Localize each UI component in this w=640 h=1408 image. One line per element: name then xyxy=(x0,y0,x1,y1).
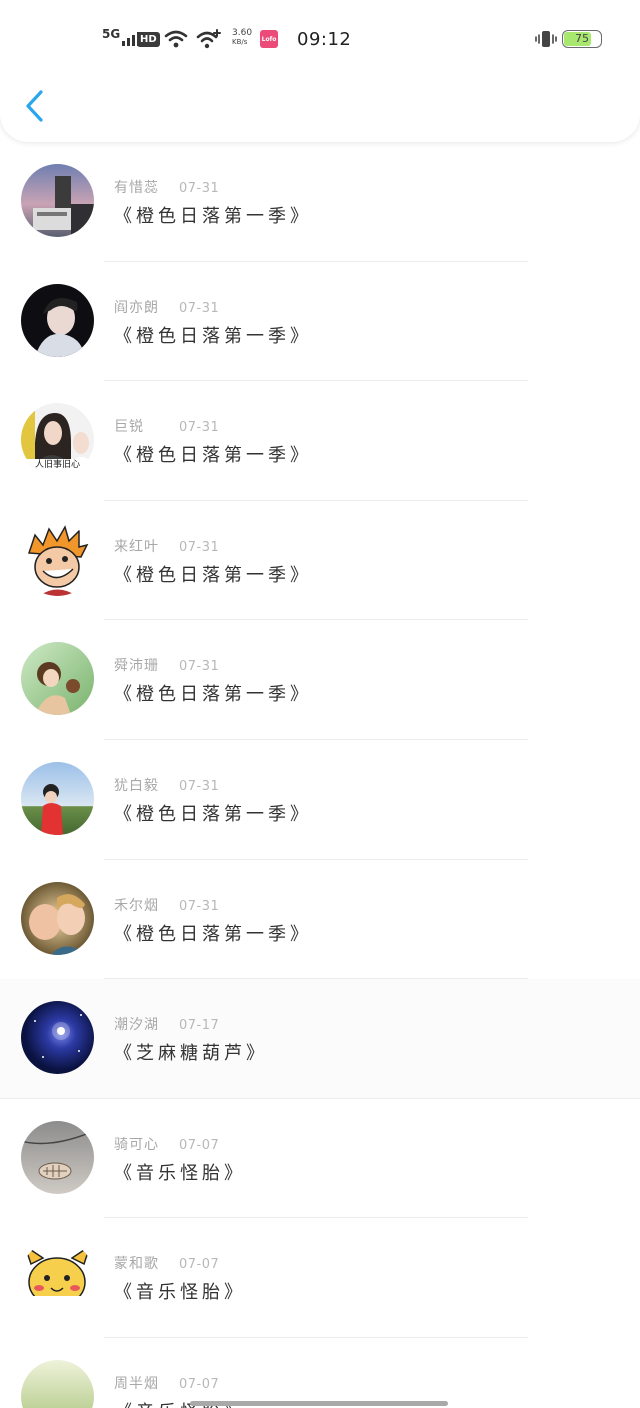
user-name[interactable]: 巨锐 xyxy=(114,416,179,436)
meta-line: 舜沛珊 07-31 xyxy=(114,655,219,675)
item-title[interactable]: 《橙色日落第一季》 xyxy=(114,920,312,946)
item-title[interactable]: 《橙色日落第一季》 xyxy=(114,322,312,348)
avatar[interactable] xyxy=(21,522,94,596)
item-date: 07-31 xyxy=(179,539,220,555)
avatar-caption: 人旧事旧心 xyxy=(34,460,80,471)
avatar[interactable]: 人旧事旧心 xyxy=(21,403,94,477)
speed-unit: KB/s xyxy=(232,38,248,46)
clock: 09:12 xyxy=(297,28,352,50)
item-date: 07-31 xyxy=(179,181,220,196)
list-item[interactable]: 舜沛珊 07-31 《橙色日落第一季》 xyxy=(0,620,640,740)
item-title[interactable]: 《芝麻糖葫芦》 xyxy=(114,1039,268,1065)
avatar[interactable] xyxy=(21,881,94,955)
user-name[interactable]: 有惜蕊 xyxy=(114,177,179,197)
list-item[interactable]: 骑可心 07-07 《音乐怪胎》 xyxy=(0,1099,640,1219)
app-badge-label: Lofo xyxy=(260,30,278,48)
battery-level: 75 xyxy=(575,32,589,45)
user-name[interactable]: 潮汐湖 xyxy=(114,1014,179,1034)
avatar[interactable] xyxy=(21,761,94,835)
item-title[interactable]: 《橙色日落第一季》 xyxy=(114,441,312,467)
user-name[interactable]: 犹白毅 xyxy=(114,775,179,795)
meta-line: 阎亦朗 07-31 xyxy=(114,297,219,317)
item-title[interactable]: 《橙色日落第一季》 xyxy=(114,680,312,706)
status-bar: 5G HD 3.60 KB/s Lofo 09:12 75 xyxy=(0,0,640,80)
list-item[interactable]: 周半烟07-07《音乐怪胎》 xyxy=(0,1338,640,1408)
list-item[interactable]: 禾尔烟 07-31 《橙色日落第一季》 xyxy=(0,860,640,980)
meta-line: 来红叶 07-31 xyxy=(114,536,219,556)
network-speed: 3.60 KB/s xyxy=(232,28,252,54)
list-item[interactable]: 潮汐湖 07-17 《芝麻糖葫芦》 xyxy=(0,979,640,1099)
notification-app-icon: Lofo xyxy=(260,26,278,52)
user-name[interactable]: 骑可心 xyxy=(114,1134,179,1154)
item-date: 07-31 xyxy=(179,659,220,675)
avatar[interactable] xyxy=(21,164,94,237)
meta-line: 犹白毅 07-31 xyxy=(114,775,219,795)
speed-value: 3.60 xyxy=(232,28,253,38)
item-title[interactable]: 《音乐怪胎》 xyxy=(114,1278,246,1304)
list-item[interactable]: 来红叶 07-31 《橙色日落第一季》 xyxy=(0,501,640,621)
item-title[interactable]: 《橙色日落第一季》 xyxy=(114,800,312,826)
user-name[interactable]: 蒙和歌 xyxy=(114,1253,179,1273)
avatar[interactable] xyxy=(21,283,94,357)
meta-line: 蒙和歌 07-07 xyxy=(114,1253,219,1273)
wifi-plus-icon xyxy=(196,26,222,52)
avatar[interactable] xyxy=(21,1001,94,1075)
list-item[interactable]: 人旧事旧心 巨锐 07-31 《橙色日落第一季》 xyxy=(0,381,640,501)
item-date: 07-31 xyxy=(179,420,220,436)
meta-line: 巨锐 07-31 xyxy=(114,416,219,436)
user-name[interactable]: 来红叶 xyxy=(114,536,179,556)
meta-line: 周半烟 07-07 xyxy=(114,1373,219,1393)
avatar[interactable] xyxy=(21,1240,94,1314)
hd-label: HD xyxy=(137,31,160,47)
user-name[interactable]: 周半烟 xyxy=(114,1373,179,1393)
item-date: 07-07 xyxy=(179,1376,220,1392)
comment-list: 有惜蕊 07-31 《橙色日落第一季》 阎亦朗 07-31 《橙色日落第一季》 人旧事旧心巨… xyxy=(0,142,640,1408)
item-title[interactable]: 《橙色日落第一季》 xyxy=(114,202,312,228)
home-indicator[interactable] xyxy=(190,1401,448,1406)
item-date: 07-07 xyxy=(179,1137,220,1153)
item-date: 07-31 xyxy=(179,300,220,316)
list-item[interactable]: 蒙和歌 07-07 《音乐怪胎》 xyxy=(0,1218,640,1338)
vibrate-icon xyxy=(535,26,557,52)
meta-line: 禾尔烟 07-31 xyxy=(114,895,219,915)
meta-line: 骑可心 07-07 xyxy=(114,1134,219,1154)
item-date: 07-17 xyxy=(179,1018,220,1034)
app-header: 5G HD 3.60 KB/s Lofo 09:12 75 xyxy=(0,0,640,142)
user-name[interactable]: 阎亦朗 xyxy=(114,297,179,317)
phone-screen: 5G HD 3.60 KB/s Lofo 09:12 75 有惜蕊 07-31 … xyxy=(0,0,640,1408)
back-button[interactable] xyxy=(18,86,50,126)
battery-icon: 75 xyxy=(562,26,602,52)
meta-line: 潮汐湖 07-17 xyxy=(114,1014,219,1034)
avatar[interactable] xyxy=(21,1120,94,1194)
list-item[interactable]: 阎亦朗 07-31 《橙色日落第一季》 xyxy=(0,262,640,382)
wifi-icon xyxy=(164,26,188,52)
avatar[interactable] xyxy=(21,642,94,716)
item-title[interactable]: 《橙色日落第一季》 xyxy=(114,561,312,587)
item-date: 07-31 xyxy=(179,898,220,914)
network-label: 5G xyxy=(102,27,121,41)
signal-5g-icon: 5G xyxy=(102,26,141,52)
item-date: 07-31 xyxy=(179,778,220,794)
hd-icon: HD xyxy=(137,26,160,52)
list-item[interactable]: 犹白毅 07-31 《橙色日落第一季》 xyxy=(0,740,640,860)
list-item[interactable]: 有惜蕊 07-31 《橙色日落第一季》 xyxy=(0,142,640,262)
item-title[interactable]: 《音乐怪胎》 xyxy=(114,1159,246,1185)
avatar[interactable] xyxy=(21,1359,94,1408)
item-date: 07-07 xyxy=(179,1257,220,1273)
user-name[interactable]: 禾尔烟 xyxy=(114,895,179,915)
chevron-left-icon xyxy=(26,90,43,122)
user-name[interactable]: 舜沛珊 xyxy=(114,655,179,675)
meta-line: 有惜蕊 07-31 xyxy=(114,177,219,197)
